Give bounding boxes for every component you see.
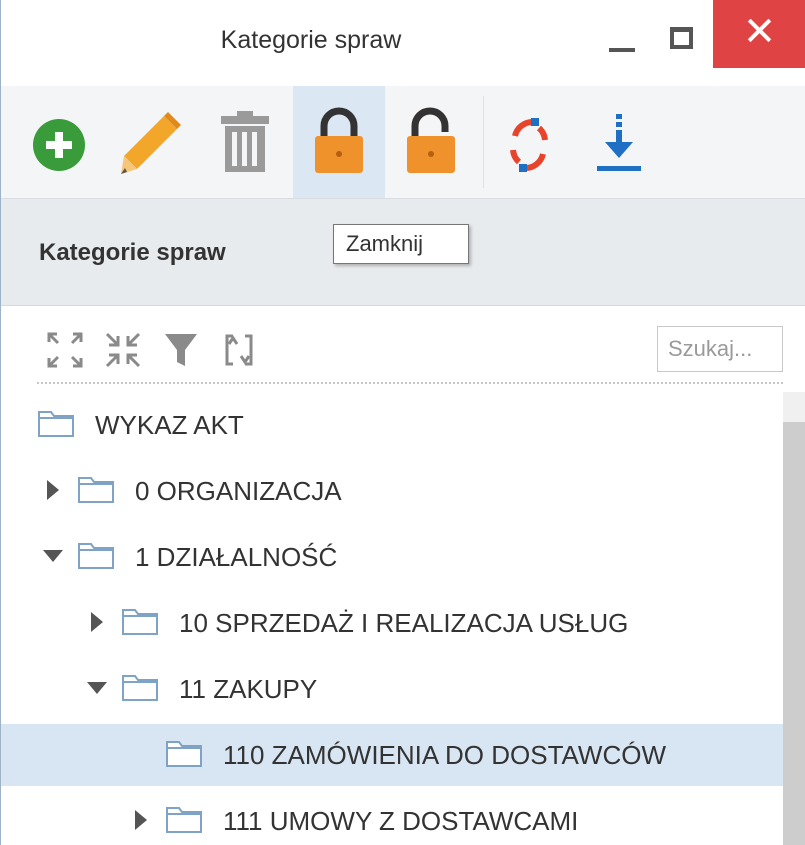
tree-node[interactable]: 11 ZAKUPY	[1, 658, 783, 720]
collapse-all-icon[interactable]	[103, 330, 143, 370]
tree-node-label: 110 ZAMÓWIENIA DO DOSTAWCÓW	[223, 740, 666, 770]
tree-node-label: 10 SPRZEDAŻ I REALIZACJA USŁUG	[179, 608, 629, 638]
toolbar	[1, 86, 805, 199]
tree-node[interactable]: WYKAZ AKT	[1, 394, 783, 456]
maximize-button[interactable]	[651, 0, 713, 68]
tree-node-label: 1 DZIAŁALNOŚĆ	[135, 542, 338, 572]
folder-icon	[38, 411, 74, 437]
tree-node-label: 11 ZAKUPY	[179, 674, 318, 704]
toolbar-separator	[483, 96, 484, 188]
download-button[interactable]	[581, 86, 661, 198]
title-bar[interactable]: Kategorie spraw ✕	[1, 0, 805, 87]
unlock-button[interactable]	[393, 86, 473, 198]
section-title: Kategorie spraw	[39, 239, 226, 266]
folder-icon	[78, 543, 114, 569]
lock-tooltip: Zamknij	[333, 224, 469, 264]
expanded-arrow-icon[interactable]	[43, 544, 63, 568]
edit-button[interactable]	[109, 86, 189, 198]
folder-icon	[166, 741, 202, 767]
scrollbar-track[interactable]	[783, 392, 805, 422]
tree-node[interactable]: 0 ORGANIZACJA	[1, 460, 783, 522]
tree-node[interactable]: 111 UMOWY Z DOSTAWCAMI	[1, 790, 783, 845]
add-button[interactable]	[21, 86, 101, 198]
unlock-icon	[407, 107, 455, 173]
tree-node-label: 111 UMOWY Z DOSTAWCAMI	[223, 806, 579, 836]
minimize-icon	[609, 48, 635, 52]
download-icon	[597, 114, 641, 171]
divider	[37, 382, 783, 384]
minimize-button[interactable]	[591, 0, 651, 68]
expanded-arrow-icon[interactable]	[87, 676, 107, 700]
maximize-icon	[670, 27, 693, 49]
lock-icon	[315, 107, 363, 173]
window: Kategorie spraw ✕ Kategorie spraw Zamkni…	[0, 0, 805, 845]
tree-node-label: 0 ORGANIZACJA	[135, 476, 342, 506]
plus-circle-icon	[33, 119, 85, 171]
sync-icon[interactable]	[219, 330, 259, 370]
delete-button[interactable]	[207, 86, 287, 198]
expand-all-icon[interactable]	[45, 330, 85, 370]
lock-button[interactable]	[293, 86, 385, 198]
tree-node-label: WYKAZ AKT	[95, 410, 244, 440]
scrollbar[interactable]	[783, 392, 805, 845]
category-tree: WYKAZ AKT 0 ORGANIZACJA 1 DZIAŁALNOŚĆ 10 SP…	[1, 392, 783, 845]
trash-icon	[221, 111, 269, 172]
pencil-icon	[121, 112, 181, 174]
search-input[interactable]	[657, 326, 783, 372]
folder-icon	[122, 675, 158, 701]
tree-node[interactable]: 110 ZAMÓWIENIA DO DOSTAWCÓW	[1, 724, 783, 786]
refresh-button[interactable]	[491, 86, 571, 198]
collapsed-arrow-icon[interactable]	[87, 610, 107, 634]
tree-node[interactable]: 10 SPRZEDAŻ I REALIZACJA USŁUG	[1, 592, 783, 654]
collapsed-arrow-icon[interactable]	[43, 478, 63, 502]
filter-icon[interactable]	[161, 330, 201, 370]
folder-icon	[166, 807, 202, 833]
close-button[interactable]: ✕	[713, 0, 805, 68]
folder-icon	[78, 477, 114, 503]
tree-node[interactable]: 1 DZIAŁALNOŚĆ	[1, 526, 783, 588]
close-icon: ✕	[742, 10, 777, 54]
folder-icon	[122, 609, 158, 635]
window-title: Kategorie spraw	[220, 26, 402, 54]
collapsed-arrow-icon[interactable]	[131, 808, 151, 832]
refresh-icon	[510, 118, 548, 172]
